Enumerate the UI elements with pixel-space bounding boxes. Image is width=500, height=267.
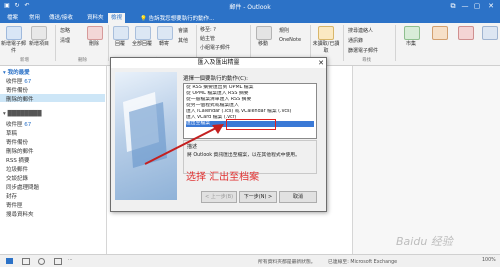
new-items-icon[interactable]	[31, 26, 47, 40]
folder-outbox[interactable]: 寄件匣	[6, 201, 23, 209]
tab-file[interactable]: 檔案	[4, 13, 21, 23]
group-delete-label: 刪除	[78, 58, 87, 63]
group-new-label: 新增	[20, 58, 29, 63]
folder-drafts[interactable]: 草稿	[6, 129, 17, 137]
ignore-button[interactable]: 忽略	[60, 27, 70, 34]
unread-count: 67	[24, 122, 32, 128]
unread-count: 67	[24, 79, 32, 85]
minimize-button[interactable]: —	[460, 1, 470, 11]
folder-junk[interactable]: 垃圾郵件	[6, 165, 28, 173]
quick-step-team[interactable]: 小組電子郵件	[200, 44, 230, 51]
divider	[55, 25, 56, 61]
tab-home[interactable]: 常用	[26, 13, 43, 23]
tasks-icon[interactable]	[54, 258, 62, 265]
ribbon-display-icon[interactable]: ⧉	[448, 1, 458, 11]
status-connection: 已連線至: Microsoft Exchange	[328, 260, 398, 265]
quick-step-manager[interactable]: 給主管	[200, 35, 215, 42]
calendar-icon[interactable]	[22, 258, 30, 265]
folder-search[interactable]: 搜尋資料夾	[6, 210, 34, 218]
action-prompt: 選擇一個要執行的動作(C):	[183, 76, 248, 82]
folder-label: 收件匣	[6, 79, 23, 85]
onenote-button[interactable]: OneNote	[279, 37, 301, 43]
next-button[interactable]: 下一步(N) >	[239, 191, 277, 203]
meeting-button[interactable]: 會議	[178, 27, 188, 34]
cleanup-button[interactable]: 清理	[60, 37, 70, 44]
group-find-label: 尋找	[362, 58, 371, 63]
addin-icon[interactable]	[432, 26, 448, 40]
dialog-close-button[interactable]: ✕	[318, 58, 324, 68]
more-nav-icon[interactable]: ···	[68, 258, 73, 263]
divider	[196, 25, 197, 61]
status-folders: 所有資料夾都是最新狀態。	[258, 260, 316, 265]
status-bar: ··· 所有資料夾都是最新狀態。 已連線至: Microsoft Exchang…	[0, 254, 500, 267]
tab-send-receive[interactable]: 傳送/接收	[46, 13, 76, 23]
move-icon[interactable]	[256, 26, 272, 40]
folder-sent-favorite[interactable]: 寄件備份	[6, 86, 28, 94]
folder-deleted-favorite[interactable]: 刪除的郵件	[6, 95, 34, 103]
reply-icon[interactable]	[113, 26, 129, 40]
ribbon-tabs: 檔案 常用 傳送/接收 資料夾 檢視 💡 告訴我您想要執行的動作...	[0, 12, 500, 23]
watermark: Baidu 经验	[396, 235, 453, 248]
new-email-icon[interactable]	[6, 26, 22, 40]
tell-me-box[interactable]: 💡 告訴我您想要執行的動作...	[140, 14, 214, 22]
folder-inbox-favorite[interactable]: 收件匣 67	[6, 77, 31, 85]
annotation-arrow-icon	[144, 124, 224, 165]
account-header[interactable]: ▾ ████████	[3, 111, 42, 117]
people-icon[interactable]	[38, 258, 45, 265]
more-respond-button[interactable]: 其他	[178, 37, 188, 44]
folder-deleted[interactable]: 刪除的郵件	[6, 147, 34, 155]
close-button[interactable]: ✕	[486, 1, 496, 11]
quick-step-move[interactable]: 移至: ?	[200, 26, 216, 33]
reading-pane	[352, 66, 500, 254]
reply-all-icon[interactable]	[135, 26, 151, 40]
mail-icon[interactable]	[6, 258, 13, 264]
delete-button[interactable]: 刪除	[83, 40, 105, 47]
folder-rss[interactable]: RSS 摘要	[6, 156, 30, 164]
search-people-button[interactable]: 搜尋連絡人	[348, 27, 373, 34]
unread-button[interactable]: 未讀取/已讀取	[311, 40, 341, 54]
forward-button[interactable]: 轉寄	[152, 40, 176, 47]
favorites-header[interactable]: ▾ 我的最愛	[3, 68, 30, 76]
folder-inbox[interactable]: 收件匣 67	[6, 120, 31, 128]
folder-pane: ▾ 我的最愛 收件匣 67 寄件備份 刪除的郵件 ▾ ████████ 收件匣 …	[0, 66, 107, 254]
new-email-button[interactable]: 新增電子郵件	[0, 40, 27, 54]
folder-conversation-history[interactable]: 交談記錄	[6, 174, 28, 182]
maximize-button[interactable]: ▢	[472, 1, 482, 11]
move-button[interactable]: 移動	[251, 40, 275, 47]
addin-icon-2[interactable]	[458, 26, 474, 40]
cancel-button[interactable]: 取消	[279, 191, 317, 203]
highlight-box	[226, 119, 276, 130]
tell-me-text: 告訴我您想要執行的動作...	[148, 16, 215, 22]
folder-sent[interactable]: 寄件備份	[6, 138, 28, 146]
unread-icon[interactable]	[318, 26, 334, 40]
store-icon[interactable]	[404, 26, 420, 40]
divider	[343, 25, 344, 61]
folder-archive[interactable]: 封存	[6, 192, 17, 200]
tab-view[interactable]: 檢視	[108, 13, 126, 23]
delete-icon[interactable]	[87, 26, 103, 40]
forward-icon[interactable]	[157, 26, 173, 40]
back-button[interactable]: < 上一步(B)	[201, 191, 237, 203]
rules-button[interactable]: 規則	[279, 27, 289, 34]
addin-icon-3[interactable]	[482, 26, 498, 40]
window-title: 郵件 - Outlook	[229, 4, 271, 11]
store-button[interactable]: 市集	[399, 40, 423, 47]
filter-email-button[interactable]: 篩選電子郵件	[348, 47, 378, 54]
annotation-caption: 选择 汇出至档案	[186, 172, 260, 183]
address-book-button[interactable]: 通訊錄	[348, 37, 363, 44]
title-bar: ▣ ↻ ↶ 郵件 - Outlook ⧉ — ▢ ✕	[0, 0, 500, 12]
zoom-level[interactable]: 100%	[482, 258, 496, 263]
tab-folder[interactable]: 資料夾	[84, 13, 107, 23]
divider	[395, 25, 396, 61]
folder-label: 收件匣	[6, 122, 23, 128]
folder-sync-issues[interactable]: 同步處理問題	[6, 183, 39, 191]
dialog-title: 匯入及匯出精靈	[111, 58, 326, 68]
new-items-button[interactable]: 新增項目	[27, 40, 51, 47]
